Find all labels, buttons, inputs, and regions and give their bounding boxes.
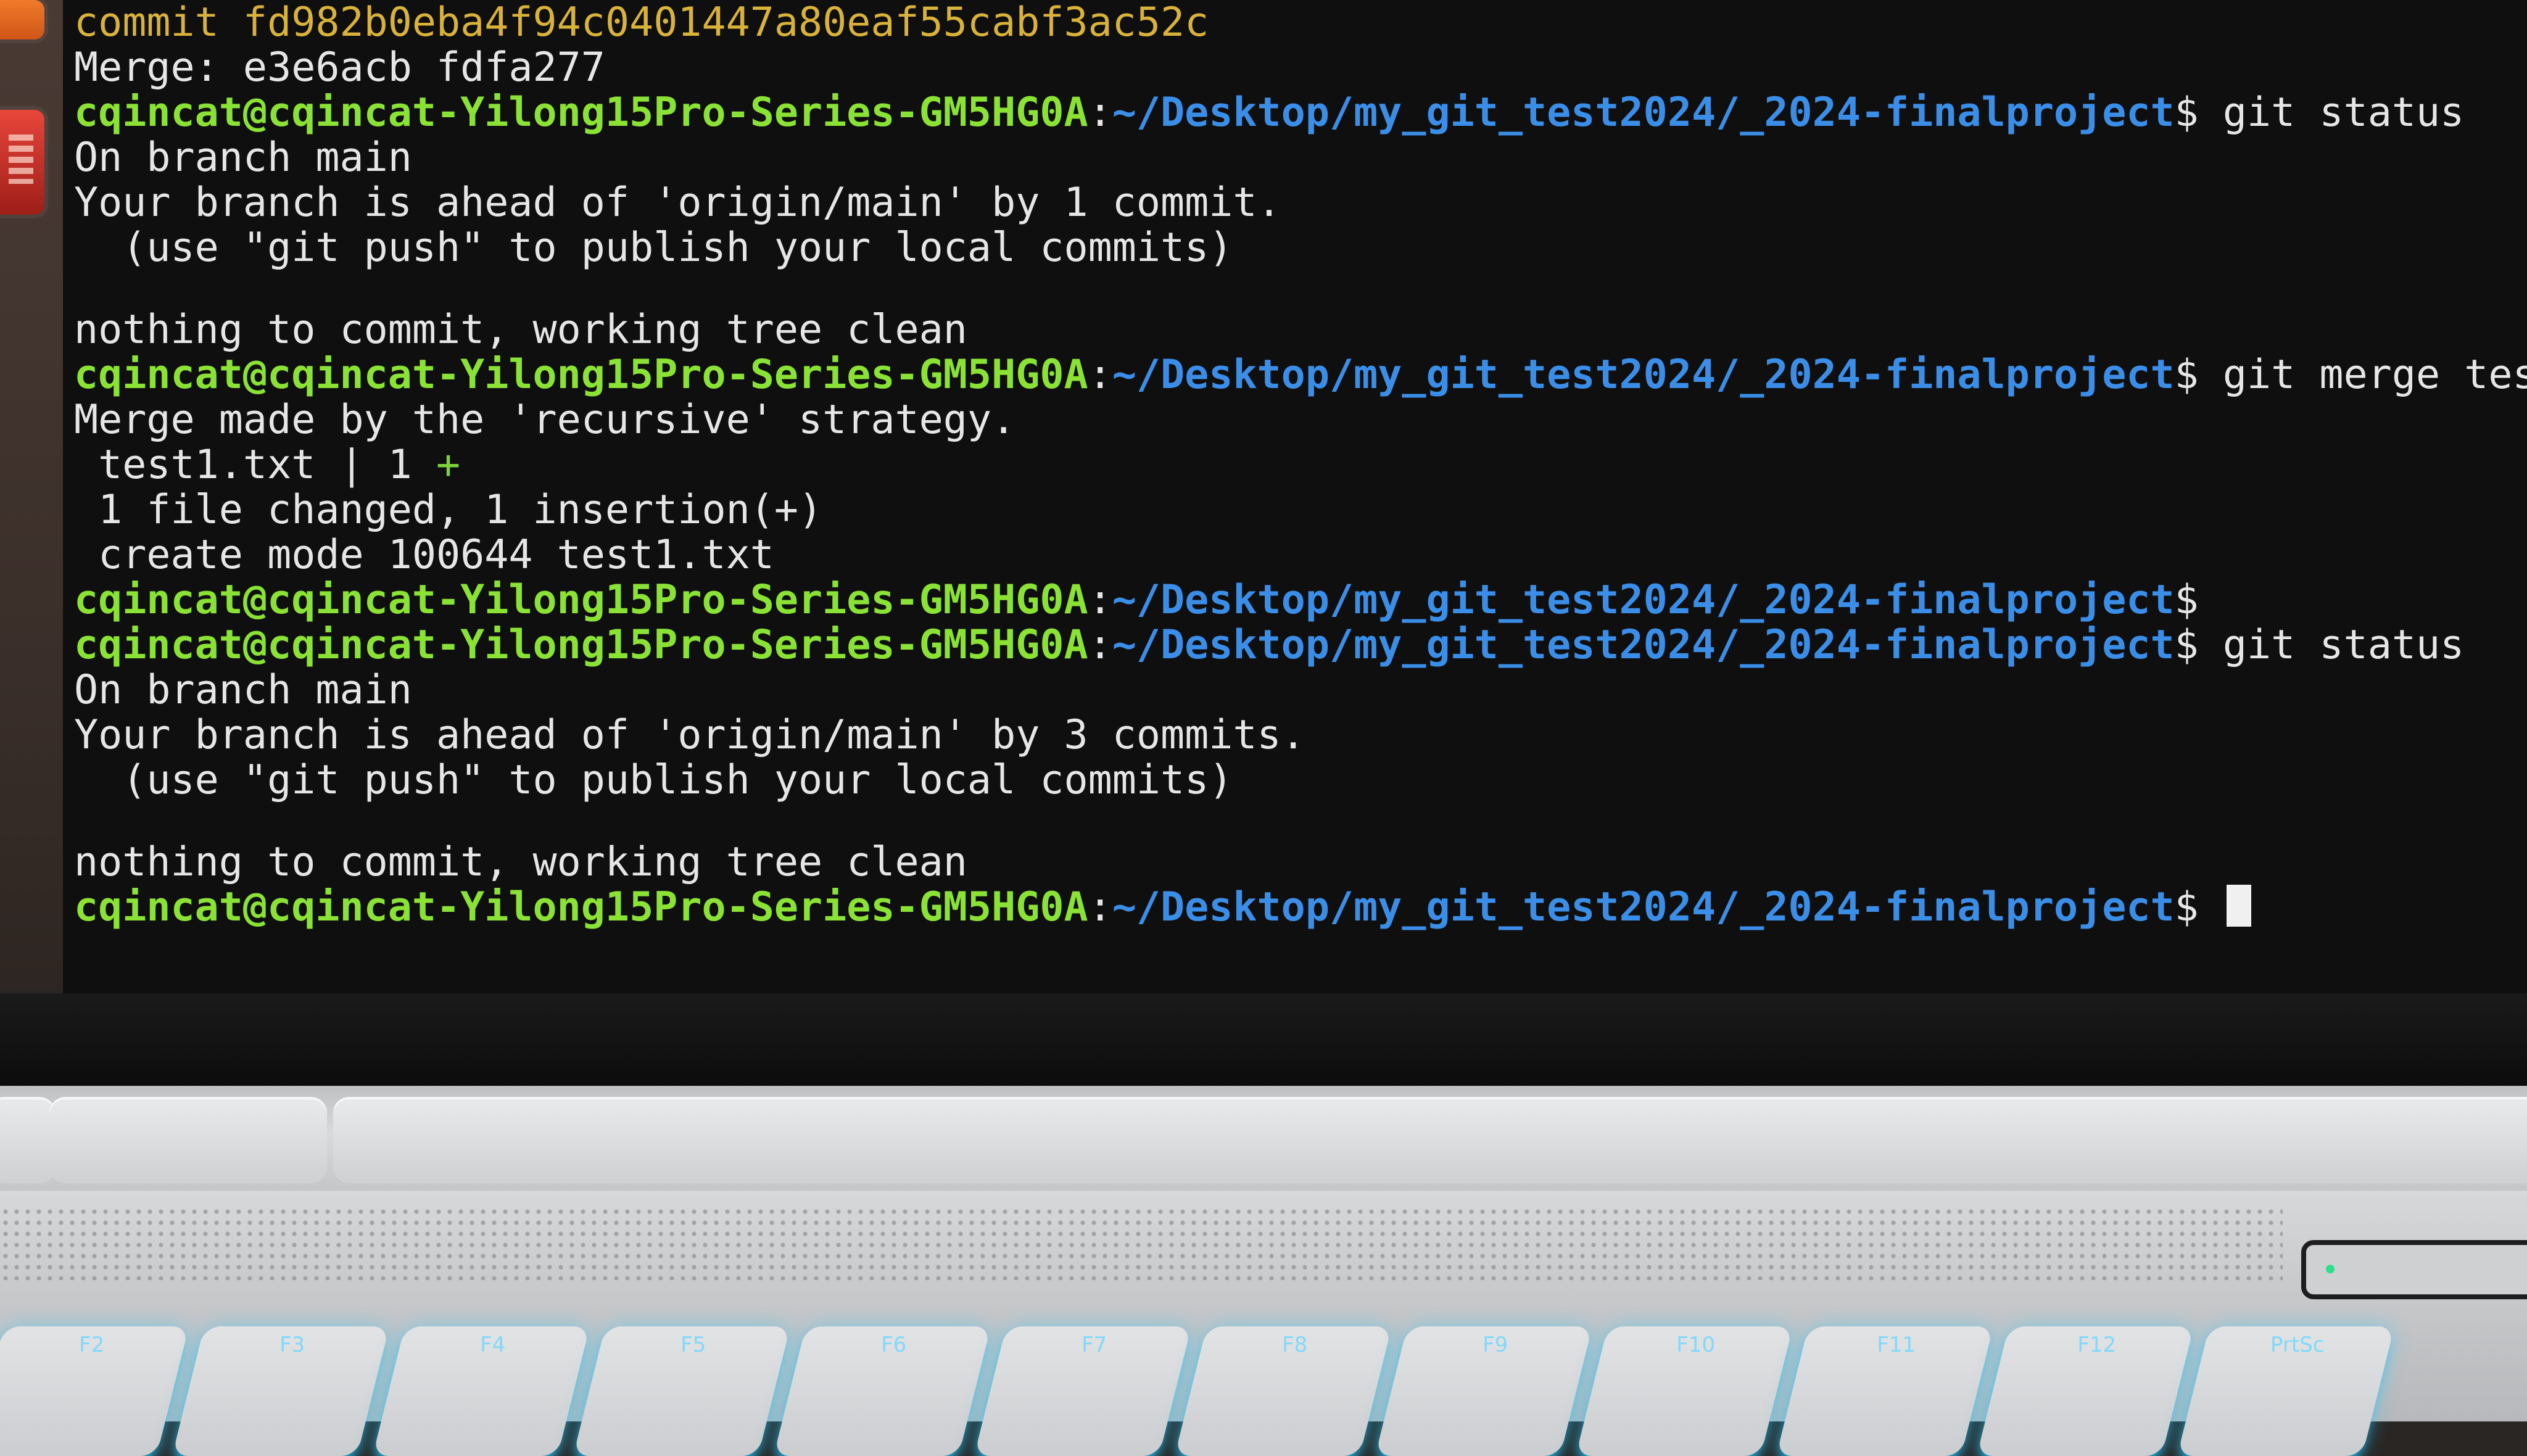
key-label: F10 <box>1676 1333 1716 1357</box>
terminal-line: nothing to commit, working tree clean <box>74 307 2527 352</box>
output-text: Your branch is ahead of 'origin/main' by… <box>74 180 1281 226</box>
output-text: (use "git push" to publish your local co… <box>74 757 1233 803</box>
hinge-cap-left <box>0 1097 56 1183</box>
prompt-dollar: $ <box>2174 89 2199 136</box>
key-label: F2 <box>79 1333 105 1357</box>
output-text: On branch main <box>74 667 412 713</box>
terminal-window[interactable]: commit fd982b0eba4f94c0401447a80eaf55cab… <box>63 0 2527 993</box>
prompt-separator: : <box>1088 577 1112 623</box>
command-text: git status <box>2198 622 2465 668</box>
key-label: PrtSc <box>2270 1333 2325 1357</box>
terminal-line: test1.txt | 1 + <box>74 442 2527 487</box>
prompt-dollar: $ <box>2174 884 2199 930</box>
diffstat-file: test1.txt | 1 <box>74 442 436 488</box>
prompt-dollar: $ <box>2174 622 2199 668</box>
text-cursor <box>2226 885 2251 927</box>
command-text: git status <box>2198 89 2465 136</box>
hinge-segment <box>49 1097 327 1183</box>
keyboard-key[interactable]: F7 <box>974 1326 1192 1456</box>
command-text <box>2199 884 2223 930</box>
power-led-icon <box>2326 1265 2335 1273</box>
output-text: Merge: e3e6acb fdfa277 <box>74 44 605 91</box>
prompt-user: cqincat@cqincat-Yilong15Pro-Series-GM5HG… <box>74 884 1088 930</box>
power-button[interactable] <box>2301 1240 2527 1299</box>
prompt-separator: : <box>1088 884 1112 930</box>
prompt-separator: : <box>1088 89 1112 136</box>
prompt-user: cqincat@cqincat-Yilong15Pro-Series-GM5HG… <box>74 89 1088 136</box>
output-text: nothing to commit, working tree clean <box>74 307 967 353</box>
output-text: create mode 100644 test1.txt <box>74 532 774 578</box>
terminal-line: Merge made by the 'recursive' strategy. <box>74 397 2527 442</box>
key-label: F7 <box>1082 1333 1107 1357</box>
laptop-hinge <box>0 1086 2527 1191</box>
keyboard-key[interactable]: F8 <box>1174 1326 1392 1456</box>
prompt-path: ~/Desktop/my_git_test2024/_2024-finalpro… <box>1112 89 2175 136</box>
key-label: F4 <box>480 1333 506 1357</box>
command-text: git merge test <box>2198 352 2527 398</box>
output-text: Merge made by the 'recursive' strategy. <box>74 397 1016 443</box>
terminal-line: (use "git push" to publish your local co… <box>74 225 2527 270</box>
terminal-line: cqincat@cqincat-Yilong15Pro-Series-GM5HG… <box>74 352 2527 397</box>
prompt-dollar: $ <box>2174 352 2199 398</box>
prompt-user: cqincat@cqincat-Yilong15Pro-Series-GM5HG… <box>74 622 1088 668</box>
terminal-line: On branch main <box>74 668 2527 713</box>
terminal-line: nothing to commit, working tree clean <box>74 840 2527 885</box>
dock-app-icon[interactable] <box>0 0 44 39</box>
terminal-line: Your branch is ahead of 'origin/main' by… <box>74 713 2527 758</box>
output-text: nothing to commit, working tree clean <box>74 839 967 885</box>
terminal-line: create mode 100644 test1.txt <box>74 532 2527 577</box>
dock-sidebar <box>0 0 63 987</box>
terminal-line: (use "git push" to publish your local co… <box>74 758 2527 803</box>
prompt-path: ~/Desktop/my_git_test2024/_2024-finalpro… <box>1112 352 2175 398</box>
output-text: Your branch is ahead of 'origin/main' by… <box>74 712 1305 758</box>
prompt-dollar: $ <box>2174 577 2199 623</box>
prompt-separator: : <box>1088 622 1112 668</box>
terminal-line: Your branch is ahead of 'origin/main' by… <box>74 180 2527 225</box>
keyboard-key[interactable]: F6 <box>773 1326 991 1456</box>
prompt-path: ~/Desktop/my_git_test2024/_2024-finalpro… <box>1112 622 2175 668</box>
prompt-path: ~/Desktop/my_git_test2024/_2024-finalpro… <box>1112 884 2175 930</box>
key-label: F8 <box>1282 1333 1308 1357</box>
terminal-line: On branch main <box>74 135 2527 180</box>
key-label: F12 <box>2077 1333 2117 1357</box>
terminal-line: cqincat@cqincat-Yilong15Pro-Series-GM5HG… <box>74 90 2527 135</box>
output-text: 1 file changed, 1 insertion(+) <box>74 487 823 533</box>
diffstat-plus: + <box>436 442 461 488</box>
keyboard-key[interactable]: F4 <box>372 1326 590 1456</box>
keyboard-key[interactable]: PrtSc <box>2177 1326 2395 1456</box>
keyboard-key[interactable]: F12 <box>1976 1326 2194 1456</box>
screen-bezel <box>0 993 2527 1098</box>
terminal-line: cqincat@cqincat-Yilong15Pro-Series-GM5HG… <box>74 577 2527 623</box>
keyboard-key[interactable]: F3 <box>172 1326 390 1456</box>
terminal-line: commit fd982b0eba4f94c0401447a80eaf55cab… <box>74 0 2527 45</box>
terminal-line: 1 file changed, 1 insertion(+) <box>74 487 2527 532</box>
dock-app-icon[interactable] <box>0 110 44 215</box>
prompt-path: ~/Desktop/my_git_test2024/_2024-finalpro… <box>1112 577 2175 623</box>
prompt-separator: : <box>1088 352 1112 398</box>
keyboard-key[interactable]: F10 <box>1575 1326 1793 1456</box>
output-text: On branch main <box>74 134 412 181</box>
key-label: F9 <box>1483 1333 1508 1357</box>
key-label: F11 <box>1877 1333 1916 1357</box>
key-label: F6 <box>881 1333 907 1357</box>
hinge-bar <box>333 1097 2527 1183</box>
terminal-line: cqincat@cqincat-Yilong15Pro-Series-GM5HG… <box>74 623 2527 668</box>
keyboard-key[interactable]: F11 <box>1776 1326 1994 1456</box>
terminal-line: cqincat@cqincat-Yilong15Pro-Series-GM5HG… <box>74 885 2527 930</box>
output-text: (use "git push" to publish your local co… <box>74 225 1233 271</box>
keyboard-key[interactable]: F9 <box>1375 1326 1593 1456</box>
keyboard-key[interactable]: F2 <box>0 1326 189 1456</box>
prompt-user: cqincat@cqincat-Yilong15Pro-Series-GM5HG… <box>74 352 1088 398</box>
speaker-grille <box>0 1206 2283 1280</box>
keyboard-key[interactable]: F5 <box>573 1326 791 1456</box>
output-text: commit fd982b0eba4f94c0401447a80eaf55cab… <box>74 0 1209 46</box>
terminal-line: Merge: e3e6acb fdfa277 <box>74 45 2527 90</box>
key-label: F3 <box>279 1333 305 1357</box>
key-label: F5 <box>680 1333 706 1357</box>
prompt-user: cqincat@cqincat-Yilong15Pro-Series-GM5HG… <box>74 577 1088 623</box>
